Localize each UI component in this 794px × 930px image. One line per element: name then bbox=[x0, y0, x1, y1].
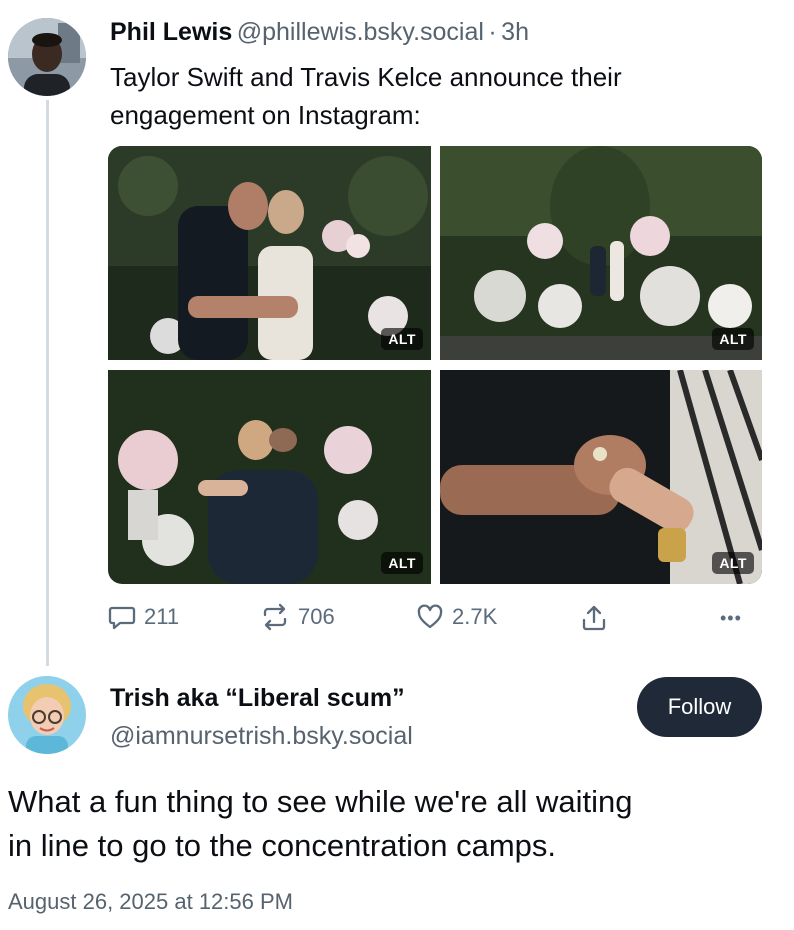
reply-text: What a fun thing to see while we're all … bbox=[8, 780, 633, 868]
post-image-grid: ALT ALT ALT ALT bbox=[108, 146, 762, 584]
post-header: Phil Lewis @phillewis.bsky.social · 3h bbox=[110, 18, 529, 47]
post-image[interactable]: ALT bbox=[108, 146, 431, 360]
like-count: 2.7K bbox=[452, 604, 498, 629]
reply-author-name[interactable]: Trish aka “Liberal scum” bbox=[110, 684, 405, 713]
post-image[interactable]: ALT bbox=[440, 146, 762, 360]
repost-button[interactable]: 706 bbox=[260, 603, 335, 631]
follow-button[interactable]: Follow bbox=[637, 677, 762, 737]
share-button[interactable] bbox=[580, 603, 608, 633]
post-image[interactable]: ALT bbox=[108, 370, 431, 584]
more-icon: ••• bbox=[720, 608, 742, 628]
post-text: Taylor Swift and Travis Kelce announce t… bbox=[110, 58, 622, 134]
reply-count: 211 bbox=[144, 604, 180, 629]
more-button[interactable]: ••• bbox=[720, 608, 742, 629]
reply-text-line: What a fun thing to see while we're all … bbox=[8, 784, 633, 819]
alt-badge[interactable]: ALT bbox=[381, 552, 423, 574]
thread-line bbox=[46, 100, 49, 666]
reply-icon bbox=[108, 606, 136, 630]
repost-icon bbox=[263, 603, 287, 631]
reply-timestamp[interactable]: August 26, 2025 at 12:56 PM bbox=[8, 889, 293, 915]
post-image[interactable]: ALT bbox=[440, 370, 762, 584]
alt-badge[interactable]: ALT bbox=[712, 328, 754, 350]
like-button[interactable]: 2.7K bbox=[416, 603, 497, 631]
alt-badge[interactable]: ALT bbox=[381, 328, 423, 350]
share-icon bbox=[582, 605, 606, 631]
post-header-separator: · bbox=[488, 18, 497, 46]
alt-badge[interactable]: ALT bbox=[712, 552, 754, 574]
heart-icon bbox=[417, 604, 443, 629]
post-author-handle[interactable]: @phillewis.bsky.social bbox=[237, 18, 484, 46]
reply-text-line: in line to go to the concentration camps… bbox=[8, 828, 556, 863]
reply-author-avatar[interactable] bbox=[8, 676, 86, 754]
reply-button[interactable]: 211 bbox=[108, 603, 179, 631]
post-author-avatar[interactable] bbox=[8, 18, 86, 96]
post-time[interactable]: 3h bbox=[501, 18, 529, 46]
reply-author-handle[interactable]: @iamnursetrish.bsky.social bbox=[110, 722, 413, 751]
post-text-line: Taylor Swift and Travis Kelce announce t… bbox=[110, 62, 622, 92]
repost-count: 706 bbox=[298, 604, 335, 629]
post-text-line: engagement on Instagram: bbox=[110, 100, 421, 130]
post-author-name[interactable]: Phil Lewis bbox=[110, 18, 232, 46]
